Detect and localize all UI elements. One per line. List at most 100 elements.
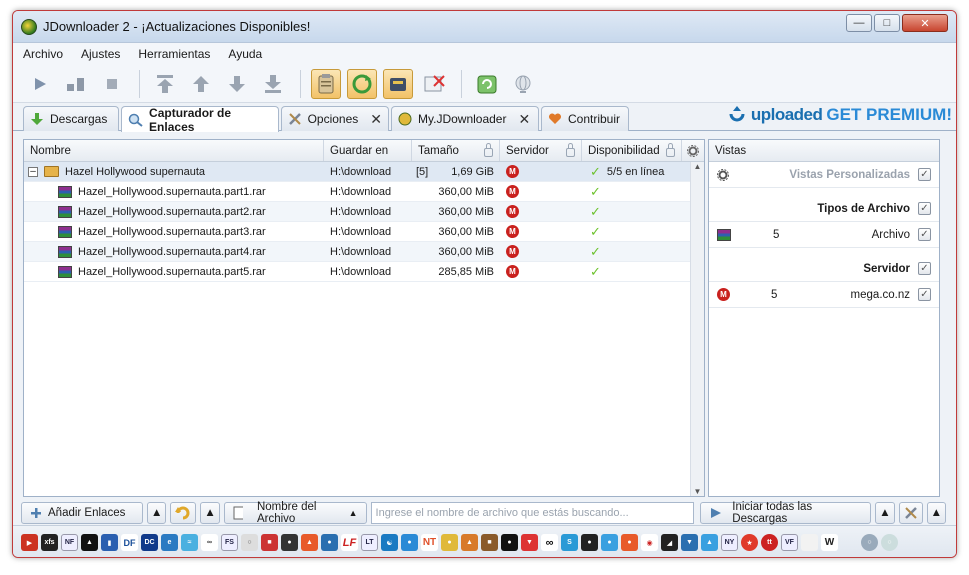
table-row[interactable]: Hazel_Hollywood.supernauta.part2.rar H:\… bbox=[24, 202, 704, 222]
table-row[interactable]: Hazel_Hollywood.supernauta.part5.rar H:\… bbox=[24, 262, 704, 282]
column-header-guardar-en[interactable]: Guardar en bbox=[324, 140, 412, 161]
server-host-checkbox[interactable]: ✓ bbox=[918, 288, 931, 301]
settings-menu-button[interactable]: ▲ bbox=[926, 502, 946, 524]
hoster-icon[interactable]: DF bbox=[121, 534, 138, 551]
server-row[interactable]: M 5 mega.co.nz ✓ bbox=[709, 282, 939, 308]
hoster-icon[interactable]: NY bbox=[721, 534, 738, 551]
move-up-button[interactable] bbox=[186, 69, 216, 99]
hoster-icon[interactable] bbox=[801, 534, 818, 551]
hoster-icon[interactable]: ■ bbox=[261, 534, 278, 551]
hoster-icon[interactable]: NT bbox=[421, 534, 438, 551]
hoster-icon[interactable]: ● bbox=[501, 534, 518, 551]
column-header-nombre[interactable]: Nombre bbox=[24, 140, 324, 161]
hoster-icon[interactable]: ▲ bbox=[461, 534, 478, 551]
tab-contribuir[interactable]: Contribuir bbox=[541, 106, 629, 131]
hoster-icon[interactable]: DC bbox=[141, 534, 158, 551]
hoster-icon[interactable]: ★ bbox=[741, 534, 758, 551]
clipboard-monitor-toggle[interactable] bbox=[311, 68, 341, 99]
hoster-icon[interactable]: ▲ bbox=[81, 534, 98, 551]
hoster-icon[interactable]: xfs bbox=[41, 534, 58, 551]
column-header-tamano[interactable]: Tamaño bbox=[412, 140, 500, 161]
table-row[interactable]: Hazel_Hollywood.supernauta.part3.rar H:\… bbox=[24, 222, 704, 242]
scroll-up-icon[interactable]: ▲ bbox=[691, 162, 704, 171]
hoster-icon[interactable]: ○ bbox=[861, 534, 878, 551]
filename-search-input[interactable]: Ingrese el nombre de archivo que estás b… bbox=[370, 502, 695, 524]
auto-reconnect-toggle[interactable] bbox=[347, 68, 377, 99]
menu-ajustes[interactable]: Ajustes bbox=[81, 47, 120, 61]
filetype-row[interactable]: 5 Archivo ✓ bbox=[709, 222, 939, 248]
server-group-row[interactable]: Servidor ✓ bbox=[709, 256, 939, 282]
hoster-icon[interactable]: ▼ bbox=[521, 534, 538, 551]
server-checkbox[interactable]: ✓ bbox=[918, 262, 931, 275]
move-down-button[interactable] bbox=[222, 69, 252, 99]
hoster-icon[interactable]: ◉ bbox=[641, 534, 658, 551]
menu-ayuda[interactable]: Ayuda bbox=[228, 47, 262, 61]
minimize-button[interactable]: — bbox=[846, 14, 872, 32]
hoster-icon[interactable]: ∞ bbox=[201, 534, 218, 551]
hoster-icon[interactable]: FS bbox=[221, 534, 238, 551]
collapse-toggle[interactable]: – bbox=[28, 166, 38, 177]
hoster-icon[interactable]: LT bbox=[361, 534, 378, 551]
add-links-button[interactable]: Añadir Enlaces bbox=[21, 502, 143, 524]
hoster-icon[interactable]: ∞ bbox=[541, 534, 558, 551]
undo-menu-button[interactable]: ▲ bbox=[200, 502, 220, 524]
scroll-down-icon[interactable]: ▼ bbox=[691, 487, 704, 496]
hoster-icon[interactable]: ▮ bbox=[101, 534, 118, 551]
hoster-icon[interactable]: ● bbox=[601, 534, 618, 551]
update-button[interactable] bbox=[472, 69, 502, 99]
uploaded-premium-banner[interactable]: uploaded GET PREMIUM! bbox=[727, 105, 952, 125]
hoster-icon[interactable]: ▶ bbox=[21, 534, 38, 551]
hoster-icon[interactable]: LF bbox=[341, 534, 358, 551]
start-all-downloads-button[interactable]: Iniciar todas las Descargas bbox=[700, 501, 872, 525]
filetype-checkbox[interactable]: ✓ bbox=[918, 228, 931, 241]
premium-toggle[interactable] bbox=[383, 68, 413, 99]
hoster-icon[interactable]: VF bbox=[781, 534, 798, 551]
hoster-icon[interactable]: ● bbox=[281, 534, 298, 551]
hoster-icon[interactable]: ▼ bbox=[681, 534, 698, 551]
package-row[interactable]: – Hazel Hollywood supernauta H:\download… bbox=[24, 162, 704, 182]
table-row[interactable]: Hazel_Hollywood.supernauta.part1.rar H:\… bbox=[24, 182, 704, 202]
hoster-icon[interactable]: W bbox=[821, 534, 838, 551]
menu-herramientas[interactable]: Herramientas bbox=[138, 47, 210, 61]
move-top-button[interactable] bbox=[150, 69, 180, 99]
reconnect-button[interactable] bbox=[508, 69, 538, 99]
hoster-icon[interactable]: ● bbox=[621, 534, 638, 551]
filename-mode-select[interactable]: Nombre del Archivo ▲ bbox=[223, 501, 367, 525]
hoster-icon[interactable]: ○ bbox=[881, 534, 898, 551]
hoster-icon[interactable]: ▲ bbox=[301, 534, 318, 551]
move-bottom-button[interactable] bbox=[258, 69, 288, 99]
pause-downloads-button[interactable] bbox=[61, 69, 91, 99]
hoster-icon[interactable]: ☯ bbox=[381, 534, 398, 551]
start-all-menu-button[interactable]: ▲ bbox=[875, 502, 895, 524]
hoster-icon[interactable]: ● bbox=[401, 534, 418, 551]
tab-my-jdownloader[interactable]: My.JDownloader ✕ bbox=[391, 106, 539, 131]
tab-opciones[interactable]: Opciones ✕ bbox=[281, 106, 389, 131]
close-icon[interactable]: ✕ bbox=[370, 111, 382, 128]
column-settings-button[interactable] bbox=[682, 140, 704, 161]
filetypes-checkbox[interactable]: ✓ bbox=[918, 202, 931, 215]
tab-capturador-de-enlaces[interactable]: Capturador de Enlaces bbox=[121, 106, 279, 134]
hoster-icon[interactable]: ● bbox=[581, 534, 598, 551]
vertical-scrollbar[interactable]: ▲ ▼ bbox=[690, 162, 704, 496]
menu-archivo[interactable]: Archivo bbox=[23, 47, 63, 61]
hoster-icon[interactable]: ■ bbox=[481, 534, 498, 551]
add-links-menu-button[interactable]: ▲ bbox=[146, 502, 167, 524]
hoster-icon[interactable]: ▲ bbox=[701, 534, 718, 551]
hoster-icon[interactable]: e bbox=[161, 534, 178, 551]
hoster-icon[interactable]: S bbox=[561, 534, 578, 551]
hoster-icon[interactable]: ● bbox=[441, 534, 458, 551]
close-icon[interactable]: ✕ bbox=[518, 111, 530, 128]
stop-downloads-button[interactable] bbox=[97, 69, 127, 99]
silent-mode-toggle[interactable] bbox=[419, 69, 449, 99]
column-header-disponibilidad[interactable]: Disponibilidad bbox=[582, 140, 682, 161]
hoster-icon[interactable]: tt bbox=[761, 534, 778, 551]
filetypes-group-row[interactable]: Tipos de Archivo ✓ bbox=[709, 196, 939, 222]
hoster-icon[interactable]: ● bbox=[321, 534, 338, 551]
custom-views-checkbox[interactable]: ✓ bbox=[918, 168, 931, 181]
hoster-icon[interactable]: ≈ bbox=[181, 534, 198, 551]
undo-button[interactable] bbox=[170, 502, 197, 524]
hoster-icon[interactable]: ◢ bbox=[661, 534, 678, 551]
close-button[interactable]: ✕ bbox=[902, 14, 948, 32]
linkgrabber-settings-button[interactable] bbox=[898, 502, 923, 524]
table-row[interactable]: Hazel_Hollywood.supernauta.part4.rar H:\… bbox=[24, 242, 704, 262]
